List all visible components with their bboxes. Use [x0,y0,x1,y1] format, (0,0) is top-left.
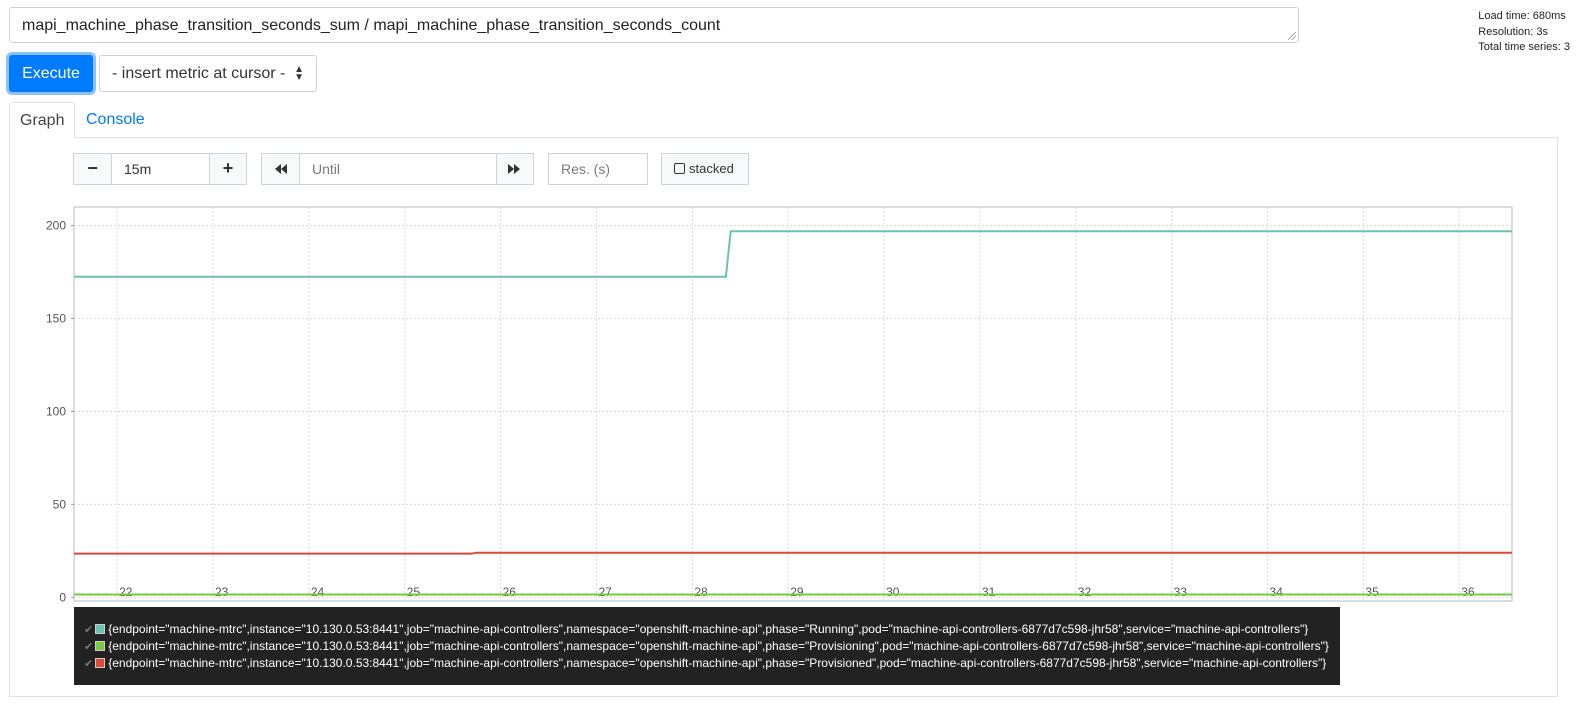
legend-label: {endpoint="machine-mtrc",instance="10.13… [108,622,1309,636]
x-tick-label: 24 [311,585,325,599]
x-tick-label: 29 [790,585,804,599]
x-tick-label: 28 [694,585,708,599]
x-tick-label: 26 [503,585,517,599]
tab-graph[interactable]: Graph [9,102,75,138]
chart: 0 50 100 150 200 22 23 24 25 26 27 28 29 30 31 32 33 34 35… [46,206,1513,604]
x-tick-label: 23 [215,585,229,599]
x-tick-label: 32 [1078,585,1092,599]
x-tick-label: 31 [982,585,996,599]
x-tick-label: 30 [886,585,900,599]
chart-legend: ✔ {endpoint="machine-mtrc",instance="10.1… [74,607,1340,685]
legend-swatch [95,641,106,651]
legend-item[interactable]: ✔ {endpoint="machine-mtrc",instance="10.1… [84,638,1340,655]
legend-item[interactable]: ✔ {endpoint="machine-mtrc",instance="10.1… [84,655,1340,672]
checkmark-icon: ✔ [84,641,94,653]
legend-label: {endpoint="machine-mtrc",instance="10.13… [108,656,1327,670]
y-tick-label: 200 [46,219,66,233]
x-tick-label: 27 [598,585,612,599]
plot-area [73,206,1513,602]
y-tick-label: 150 [46,312,66,326]
y-tick-label: 0 [59,590,66,604]
x-tick-label: 33 [1174,585,1188,599]
y-tick-label: 100 [46,404,66,418]
checkmark-icon: ✔ [84,658,94,670]
legend-item[interactable]: ✔ {endpoint="machine-mtrc",instance="10.1… [84,621,1340,638]
series-line-3 [74,551,1512,555]
legend-swatch [95,658,106,668]
y-tick-label: 50 [53,497,67,511]
legend-swatch [95,624,106,634]
legend-label: {endpoint="machine-mtrc",instance="10.13… [108,639,1329,653]
x-tick-label: 36 [1461,585,1475,599]
x-tick-label: 25 [407,585,421,599]
checkmark-icon: ✔ [84,624,94,636]
x-tick-label: 35 [1365,585,1379,599]
x-tick-label: 22 [119,585,133,599]
x-tick-label: 34 [1270,585,1284,599]
